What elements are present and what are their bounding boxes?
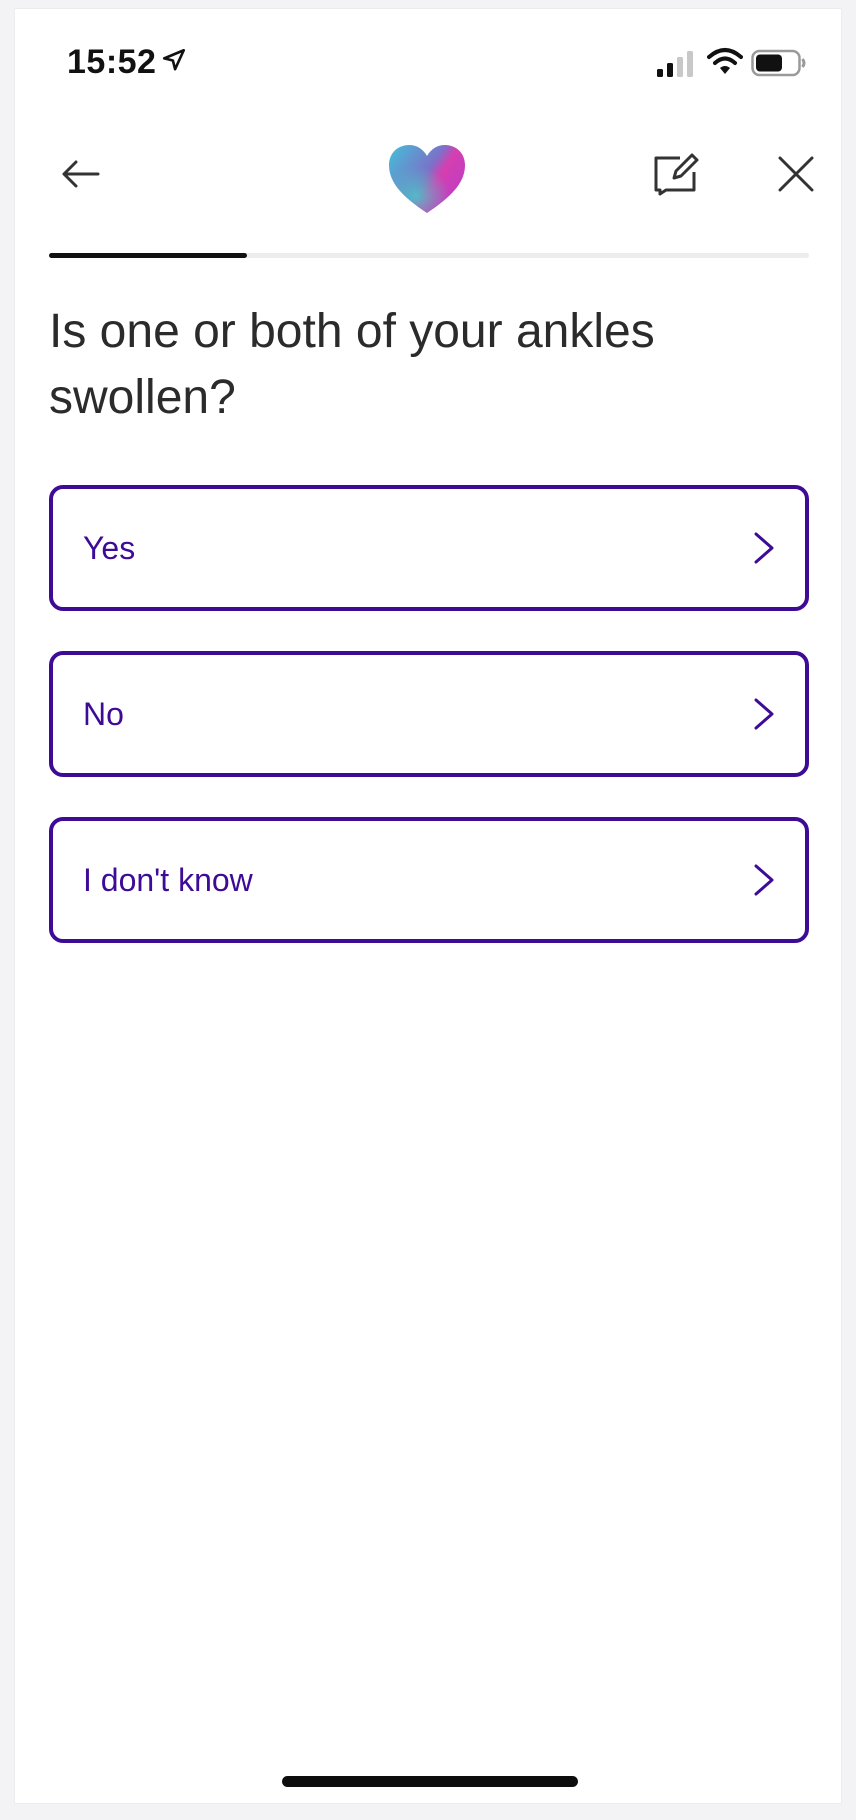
progress-bar: [49, 253, 809, 258]
location-arrow-icon: [162, 48, 186, 71]
option-label: I don't know: [83, 861, 253, 898]
home-indicator[interactable]: [282, 1776, 578, 1787]
option-label: Yes: [83, 529, 136, 566]
option-dont-know-button[interactable]: I don't know: [49, 817, 809, 943]
close-button[interactable]: [761, 139, 831, 209]
heart-logo-icon: [389, 145, 465, 213]
battery-icon: [751, 49, 806, 77]
option-yes-button[interactable]: Yes: [49, 485, 809, 611]
chevron-right-icon: [754, 864, 774, 896]
chevron-right-icon: [754, 698, 774, 730]
compose-feedback-icon: [654, 153, 699, 196]
feedback-button[interactable]: [641, 139, 711, 209]
answer-options: Yes No I don't know: [49, 485, 809, 983]
close-icon: [778, 156, 814, 192]
wifi-icon: [707, 48, 743, 74]
navigation-header: [15, 119, 841, 249]
progress-fill: [49, 253, 247, 258]
option-label: No: [83, 695, 124, 732]
arrow-left-icon: [62, 160, 100, 188]
status-bar: 15:52: [15, 9, 841, 119]
option-no-button[interactable]: No: [49, 651, 809, 777]
cellular-signal-icon: [657, 51, 693, 77]
phone-screen: 15:52 Is one or both of your ankles swol…: [14, 8, 842, 1804]
back-button[interactable]: [45, 139, 115, 209]
status-time: 15:52: [67, 43, 157, 81]
question-title: Is one or both of your ankles swollen?: [49, 305, 655, 424]
chevron-right-icon: [754, 532, 774, 564]
